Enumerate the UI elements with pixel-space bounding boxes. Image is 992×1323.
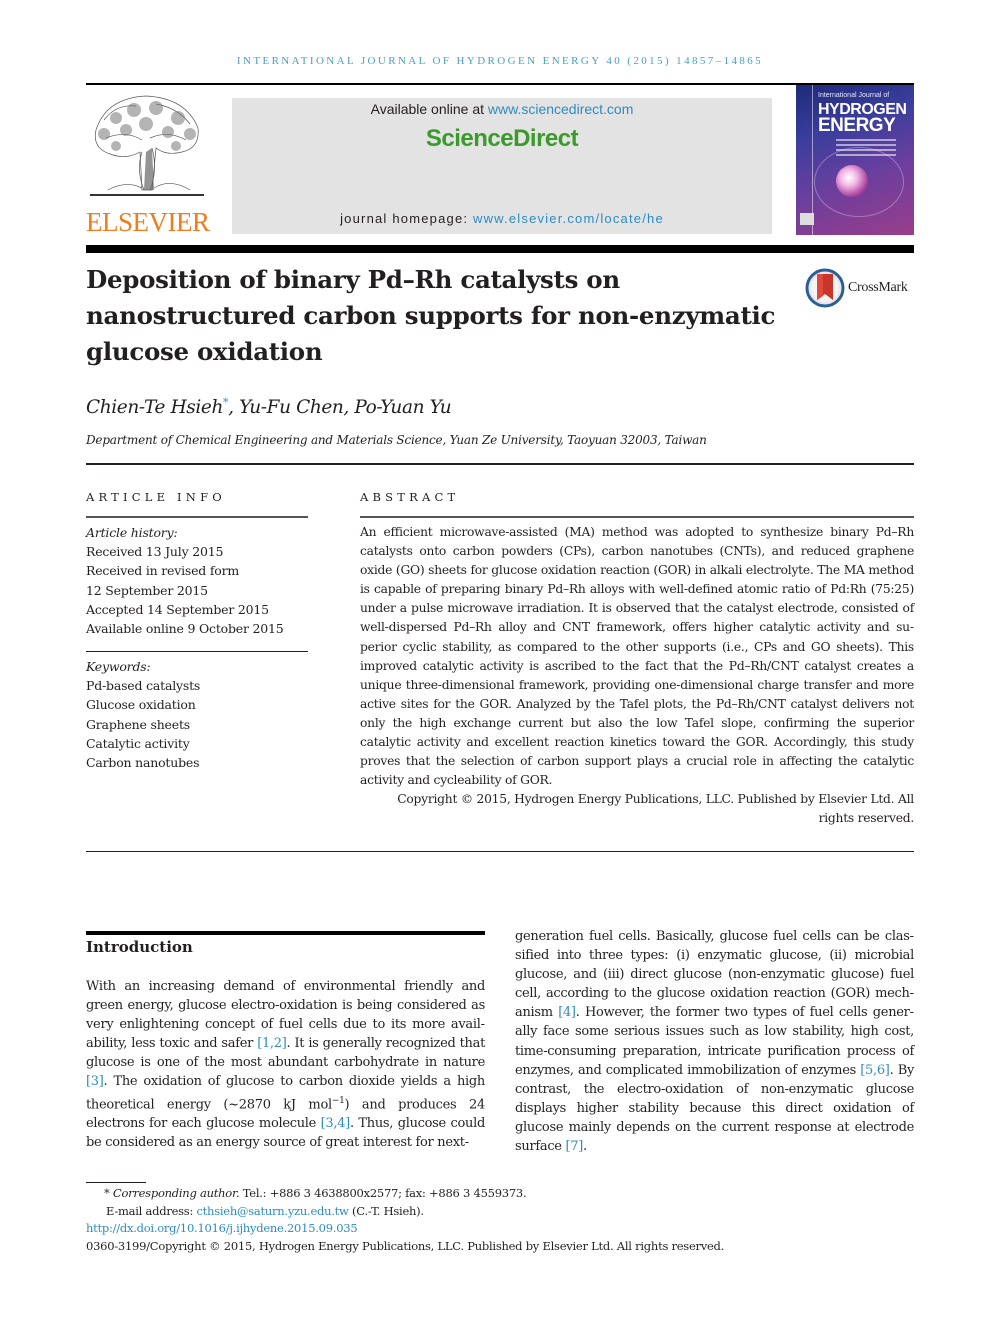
citation-link[interactable]: [7] (566, 1139, 584, 1154)
author-name: Po-Yuan Yu (354, 397, 452, 419)
body-text: . (583, 1139, 587, 1155)
author-separator: , (228, 397, 240, 419)
keywords-label: Keywords: (86, 659, 151, 674)
citation-link[interactable]: [3,4] (321, 1116, 351, 1131)
elsevier-tree-icon (90, 95, 204, 196)
author-separator: , (343, 397, 355, 419)
elsevier-wordmark: ELSEVIER (86, 207, 210, 237)
keywords: Keywords: Pd-based catalysts Glucose oxi… (86, 657, 308, 772)
available-online: Available online at www.sciencedirect.co… (232, 101, 772, 117)
title-rule (86, 245, 914, 253)
running-head: International Journal of Hydrogen Energy… (0, 55, 992, 67)
abstract-text: An efficient microwave-assisted (MA) met… (360, 525, 914, 788)
article-history-label: Article history: (86, 525, 178, 540)
journal-homepage-link[interactable]: www.elsevier.com/locate/he (473, 211, 664, 226)
keyword-item: Graphene sheets (86, 716, 190, 732)
cover-line-3: ENERGY (818, 115, 896, 136)
body-text: . However, the former two types of fuel … (515, 1005, 914, 1078)
cover-orb (836, 165, 868, 197)
footnotes: * Corresponding author. Tel.: +886 3 463… (86, 1185, 914, 1255)
affiliation-rule (86, 463, 914, 465)
citation-link[interactable]: [3] (86, 1074, 104, 1089)
citation-link[interactable]: [4] (558, 1005, 576, 1020)
article-info-rule (86, 516, 308, 518)
abstract-body: An efficient microwave-assisted (MA) met… (360, 523, 914, 829)
keyword-item: Catalytic activity (86, 735, 190, 751)
footnote-mark: * (104, 1186, 110, 1200)
history-item: 12 September 2015 (86, 582, 208, 598)
email-link[interactable]: cthsieh@saturn.yzu.edu.tw (196, 1204, 348, 1218)
running-head-pages: (2015) 14857–14865 (627, 55, 764, 67)
sciencedirect-link[interactable]: www.sciencedirect.com (488, 101, 634, 117)
header-rule (86, 83, 914, 85)
abstract-rule (360, 516, 914, 518)
crossmark-button[interactable]: CrossMark (805, 268, 908, 308)
article-history: Article history: Received 13 July 2015 R… (86, 523, 308, 638)
cover-line-1: International Journal of (818, 92, 890, 99)
citation-link[interactable]: [5,6] (860, 1063, 890, 1078)
contact-details: Tel.: +886 3 4638800x2577; fax: +886 3 4… (239, 1186, 527, 1200)
author-name: Yu-Fu Chen (239, 397, 344, 419)
elsevier-logo: ELSEVIER (86, 90, 210, 237)
footnote-rule (86, 1182, 146, 1183)
keywords-rule (86, 651, 308, 652)
corresponding-author-footnote: * Corresponding author. Tel.: +886 3 463… (86, 1185, 914, 1203)
article-title: Deposition of binary Pd–Rh catalysts on … (86, 265, 776, 366)
introduction-right-column: generation fuel cells. Basically, glucos… (515, 927, 914, 1156)
available-online-label: Available online at (370, 101, 488, 117)
journal-homepage: journal homepage: www.elsevier.com/locat… (232, 211, 772, 226)
citation-link[interactable]: [1,2] (257, 1036, 287, 1051)
history-item: Available online 9 October 2015 (86, 621, 284, 637)
history-item: Received in revised form (86, 563, 240, 579)
author-name: Chien-Te Hsieh (86, 397, 223, 419)
introduction-rule (86, 931, 485, 935)
affiliation: Department of Chemical Engineering and M… (86, 433, 707, 447)
corresponding-author-label: Corresponding author. (112, 1186, 240, 1200)
superscript: −1 (331, 1095, 345, 1106)
journal-homepage-label: journal homepage: (340, 211, 473, 226)
history-item: Accepted 14 September 2015 (86, 601, 269, 617)
author-list: Chien-Te Hsieh*, Yu-Fu Chen, Po-Yuan Yu (86, 396, 452, 419)
keyword-item: Glucose oxidation (86, 697, 196, 713)
crossmark-label: CrossMark (848, 280, 908, 295)
email-owner: (C.-T. Hsieh). (348, 1203, 424, 1218)
sciencedirect-brand: ScienceDirect (425, 125, 579, 152)
introduction-left-column: With an increasing demand of environment… (86, 977, 485, 1152)
abstract-end-rule (86, 851, 914, 852)
keyword-item: Pd-based catalysts (86, 678, 201, 694)
keyword-item: Carbon nanotubes (86, 755, 200, 771)
crossmark-icon (805, 268, 845, 308)
abstract-heading: ABSTRACT (360, 490, 460, 504)
article-info-heading: ARTICLE INFO (86, 490, 226, 504)
cover-footer-logo (800, 213, 814, 225)
introduction-heading: Introduction (86, 938, 193, 956)
sciencedirect-banner: Available online at www.sciencedirect.co… (232, 98, 772, 234)
doi-link[interactable]: http://dx.doi.org/10.1016/j.ijhydene.201… (86, 1221, 358, 1235)
email-label: E-mail address: (106, 1203, 197, 1218)
running-head-journal: International Journal of Hydrogen Energy… (236, 55, 623, 67)
issn-copyright: 0360-3199/Copyright © 2015, Hydrogen Ene… (86, 1238, 725, 1253)
journal-cover-image: International Journal of HYDROGEN ENERGY (796, 85, 914, 235)
abstract-copyright: Copyright © 2015, Hydrogen Energy Public… (397, 792, 914, 826)
history-item: Received 13 July 2015 (86, 544, 224, 560)
email-footnote: E-mail address: cthsieh@saturn.yzu.edu.t… (86, 1203, 914, 1221)
